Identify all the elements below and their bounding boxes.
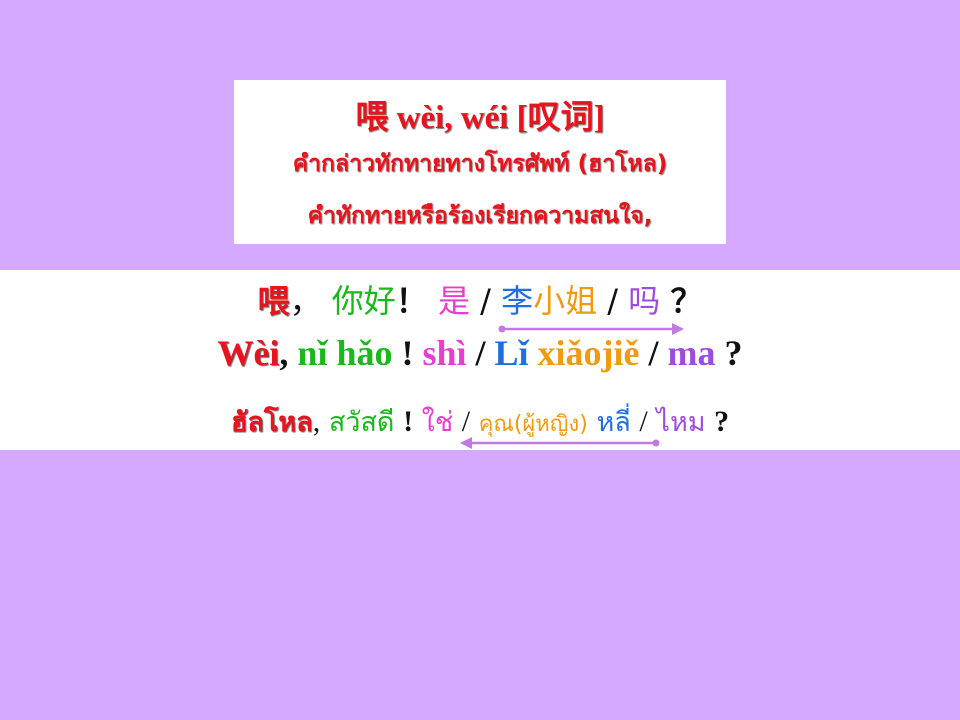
pinyin-slash-1: / bbox=[475, 333, 486, 373]
thai-nihao: สวัสดี bbox=[328, 407, 395, 438]
headline: 喂 wèi, wéi [叹词] bbox=[355, 100, 605, 136]
thai-excl: ! bbox=[403, 405, 414, 438]
pinyin-shi: shì bbox=[422, 333, 467, 373]
pinyin-xiaojie: xiǎojiě bbox=[537, 333, 640, 373]
hanzi-comma: ， bbox=[289, 282, 322, 320]
thai-line: ฮัลโหล, สวัสดี ! ใช่ / คุณ(ผู้หญิง) หลี่… bbox=[0, 400, 960, 443]
hanzi-nihao: 你好 bbox=[331, 282, 396, 320]
pinyin-nihao: nǐ hǎo bbox=[297, 333, 393, 373]
thai-ma: ไหม bbox=[656, 407, 706, 438]
definition-box: 喂 wèi, wéi [叹词] คำกล่าวทักทายทางโทรศัพท์… bbox=[234, 80, 726, 244]
hanzi-slash-1: / bbox=[480, 282, 491, 320]
pinyin-wei: Wèi bbox=[217, 333, 280, 373]
pinyin-ma: ma bbox=[667, 333, 716, 373]
hanzi-line: 喂， 你好！ 是 / 李小姐 / 吗 ？ bbox=[0, 276, 960, 322]
thai-question: ? bbox=[714, 405, 730, 438]
hanzi-slash-2: / bbox=[607, 282, 619, 320]
hanzi-li: 李 bbox=[501, 282, 534, 320]
thai-comma: , bbox=[312, 405, 321, 438]
meaning-call-attention: คำทักทายหรือร้องเรียกความสนใจ, bbox=[307, 203, 653, 229]
thai-wei: ฮัลโหล bbox=[230, 407, 313, 438]
hanzi-excl: ！ bbox=[395, 282, 428, 320]
pinyin-line: Wèi, nǐ hǎo ! shì / Lǐ xiǎojiě / ma ? bbox=[0, 332, 960, 374]
example-sentence-band: 喂， 你好！ 是 / 李小姐 / 吗 ？ Wèi, nǐ hǎo ! shì /… bbox=[0, 270, 960, 450]
pinyin-question: ? bbox=[724, 333, 743, 373]
pinyin-slash-2: / bbox=[648, 333, 659, 373]
hanzi-ma: 吗 bbox=[628, 282, 661, 320]
thai-xiaojie: คุณ(ผู้หญิง) bbox=[478, 412, 588, 437]
hanzi-wei: 喂 bbox=[257, 282, 290, 320]
meaning-telephone-greeting: คำกล่าวทักทายทางโทรศัพท์ (ฮาโหล) bbox=[292, 151, 668, 177]
pinyin-comma: , bbox=[279, 333, 289, 373]
hanzi-question: ？ bbox=[670, 282, 703, 320]
thai-li: หลี่ bbox=[596, 407, 631, 438]
hanzi-xiaojie: 小姐 bbox=[533, 282, 598, 320]
pinyin-li: Lǐ bbox=[494, 333, 529, 373]
thai-shi: ใช่ bbox=[421, 407, 454, 438]
thai-slash-2: / bbox=[639, 405, 648, 438]
pinyin-excl: ! bbox=[401, 333, 414, 373]
hanzi-shi: 是 bbox=[437, 282, 470, 320]
thai-slash-1: / bbox=[461, 405, 471, 438]
